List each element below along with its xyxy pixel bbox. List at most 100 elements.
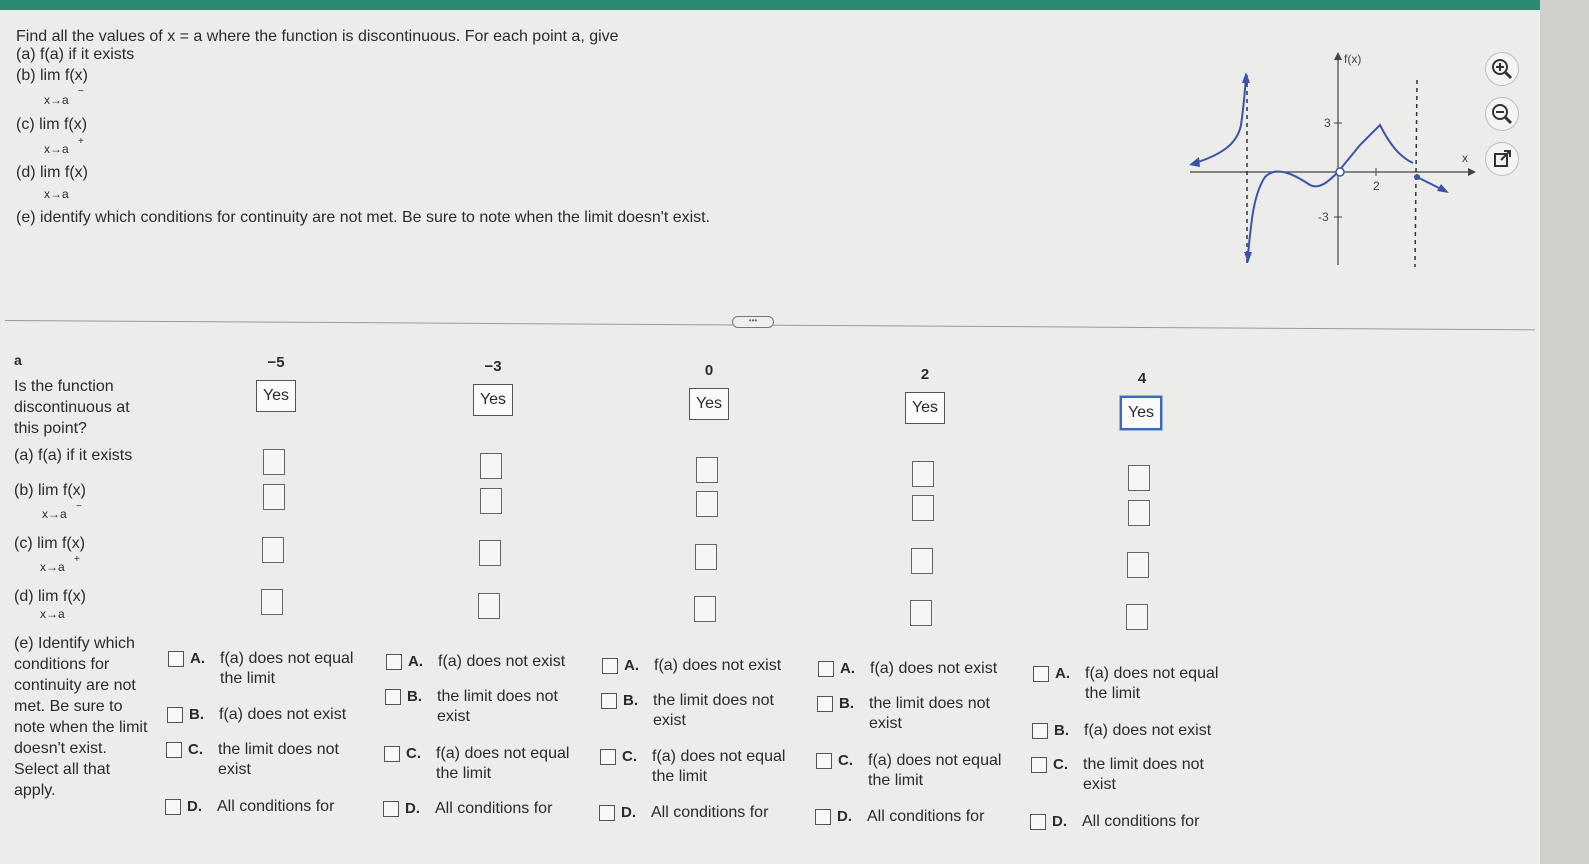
graph-tick-y-neg-label: -3 [1318, 210, 1329, 224]
row-label-b-sub: x→a [42, 507, 67, 521]
checkbox[interactable] [166, 742, 182, 758]
answer-limit-right[interactable] [1127, 552, 1149, 578]
checkbox[interactable] [168, 651, 184, 667]
discontinuous-answer[interactable]: Yes [473, 384, 513, 416]
checkbox[interactable] [167, 707, 183, 723]
checkbox[interactable] [1030, 814, 1046, 830]
discontinuous-answer[interactable]: Yes [689, 388, 729, 420]
curve-left-branch [1194, 78, 1247, 164]
zoom-in-button[interactable] [1485, 52, 1519, 86]
resize-handle[interactable]: ••• [732, 316, 774, 328]
discontinuous-answer[interactable]: Yes [1120, 396, 1162, 430]
column-value: 2 [920, 366, 930, 383]
checkbox[interactable] [815, 809, 831, 825]
option-letter: D. [837, 808, 852, 825]
answer-limit-left[interactable] [696, 491, 718, 517]
checkbox[interactable] [816, 753, 832, 769]
checkbox[interactable] [386, 654, 402, 670]
checkbox[interactable] [1033, 666, 1049, 682]
row-label-d-sub: x→a [40, 607, 65, 621]
checkbox[interactable] [599, 805, 615, 821]
checkbox[interactable] [602, 658, 618, 674]
checkbox[interactable] [384, 746, 400, 762]
graph-x-label: x [1462, 151, 1468, 165]
x-axis-arrow [1468, 168, 1476, 176]
option-letter: C. [1053, 756, 1068, 773]
window-edge [1540, 0, 1589, 864]
option-text: All conditions for [1082, 813, 1200, 830]
answer-limit[interactable] [478, 593, 500, 619]
function-graph: f(x) x 3 -3 2 [1189, 52, 1476, 268]
answer-limit-right[interactable] [479, 540, 501, 566]
answer-limit-left[interactable] [1128, 500, 1150, 526]
option-letter: C. [188, 741, 203, 758]
row-label-b: (b) lim f(x) [14, 482, 86, 499]
option-text: All conditions for [651, 804, 769, 821]
checkbox[interactable] [818, 661, 834, 677]
option-text: the limit does not exist [653, 692, 774, 729]
column-value: 0 [704, 362, 714, 379]
answer-limit-left[interactable] [263, 484, 285, 510]
answer-limit-right[interactable] [911, 548, 933, 574]
answer-limit[interactable] [910, 600, 932, 626]
curve-arrow-down [1244, 252, 1252, 263]
curve-arrow-up [1242, 72, 1250, 83]
popout-button[interactable] [1485, 142, 1519, 176]
column-value: 4 [1137, 370, 1147, 387]
discontinuous-answer[interactable]: Yes [905, 392, 945, 424]
answer-fa[interactable] [263, 449, 285, 475]
option-text: f(a) does not equal the limit [868, 752, 1002, 789]
option-letter: D. [1052, 813, 1067, 830]
option-letter: A. [1055, 665, 1070, 682]
answer-limit[interactable] [694, 596, 716, 622]
question-part-c-sign: + [78, 136, 84, 147]
checkbox[interactable] [383, 801, 399, 817]
y-axis-arrow [1334, 52, 1342, 60]
question-part-b: (b) lim f(x) [16, 67, 88, 84]
checkbox[interactable] [165, 799, 181, 815]
answer-fa[interactable] [912, 461, 934, 487]
checkbox[interactable] [601, 693, 617, 709]
option-letter: B. [839, 695, 854, 712]
answer-limit[interactable] [261, 589, 283, 615]
curve-middle-branch [1247, 123, 1414, 256]
checkbox[interactable] [1032, 723, 1048, 739]
checkbox[interactable] [817, 696, 833, 712]
option-letter: A. [840, 660, 855, 677]
question-part-b-sub: x→a [44, 93, 69, 107]
option-letter: C. [406, 745, 421, 762]
checkbox[interactable] [385, 689, 401, 705]
row-label-c-sub: x→a [40, 560, 65, 574]
column-value: −3 [484, 358, 502, 375]
discontinuous-answer[interactable]: Yes [256, 380, 296, 412]
zoom-out-button[interactable] [1485, 97, 1519, 131]
question-part-b-sign: − [78, 86, 84, 97]
zoom-out-icon [1492, 104, 1513, 125]
option-text: f(a) does not exist [654, 657, 782, 674]
option-letter: A. [624, 657, 639, 674]
answer-fa[interactable] [1128, 465, 1150, 491]
option-letter: B. [189, 706, 204, 723]
question-part-d-sub: x→a [44, 187, 69, 201]
answer-limit-right[interactable] [695, 544, 717, 570]
question-part-d: (d) lim f(x) [16, 164, 88, 181]
asymptote-right [1414, 79, 1418, 268]
row-label-c: (c) lim f(x) [14, 535, 86, 552]
answer-limit-left[interactable] [480, 488, 502, 514]
checkbox[interactable] [600, 749, 616, 765]
graph-tick-y-pos-label: 3 [1324, 116, 1331, 130]
checkbox[interactable] [1031, 757, 1047, 773]
question-intro: Find all the values of x = a where the f… [16, 28, 619, 45]
answer-limit-right[interactable] [262, 537, 284, 563]
option-text: the limit does not exist [869, 695, 990, 732]
answer-fa[interactable] [480, 453, 502, 479]
option-letter: B. [623, 692, 638, 709]
row-label-b-sign: − [76, 501, 82, 512]
option-text: f(a) does not exist [1084, 722, 1212, 739]
row-label-a: (a) f(a) if it exists [14, 447, 133, 464]
option-letter: C. [622, 748, 637, 765]
answer-limit-left[interactable] [912, 495, 934, 521]
answer-fa[interactable] [696, 457, 718, 483]
answer-limit[interactable] [1126, 604, 1148, 630]
row-label-e: (e) Identify which conditions for contin… [14, 635, 148, 799]
